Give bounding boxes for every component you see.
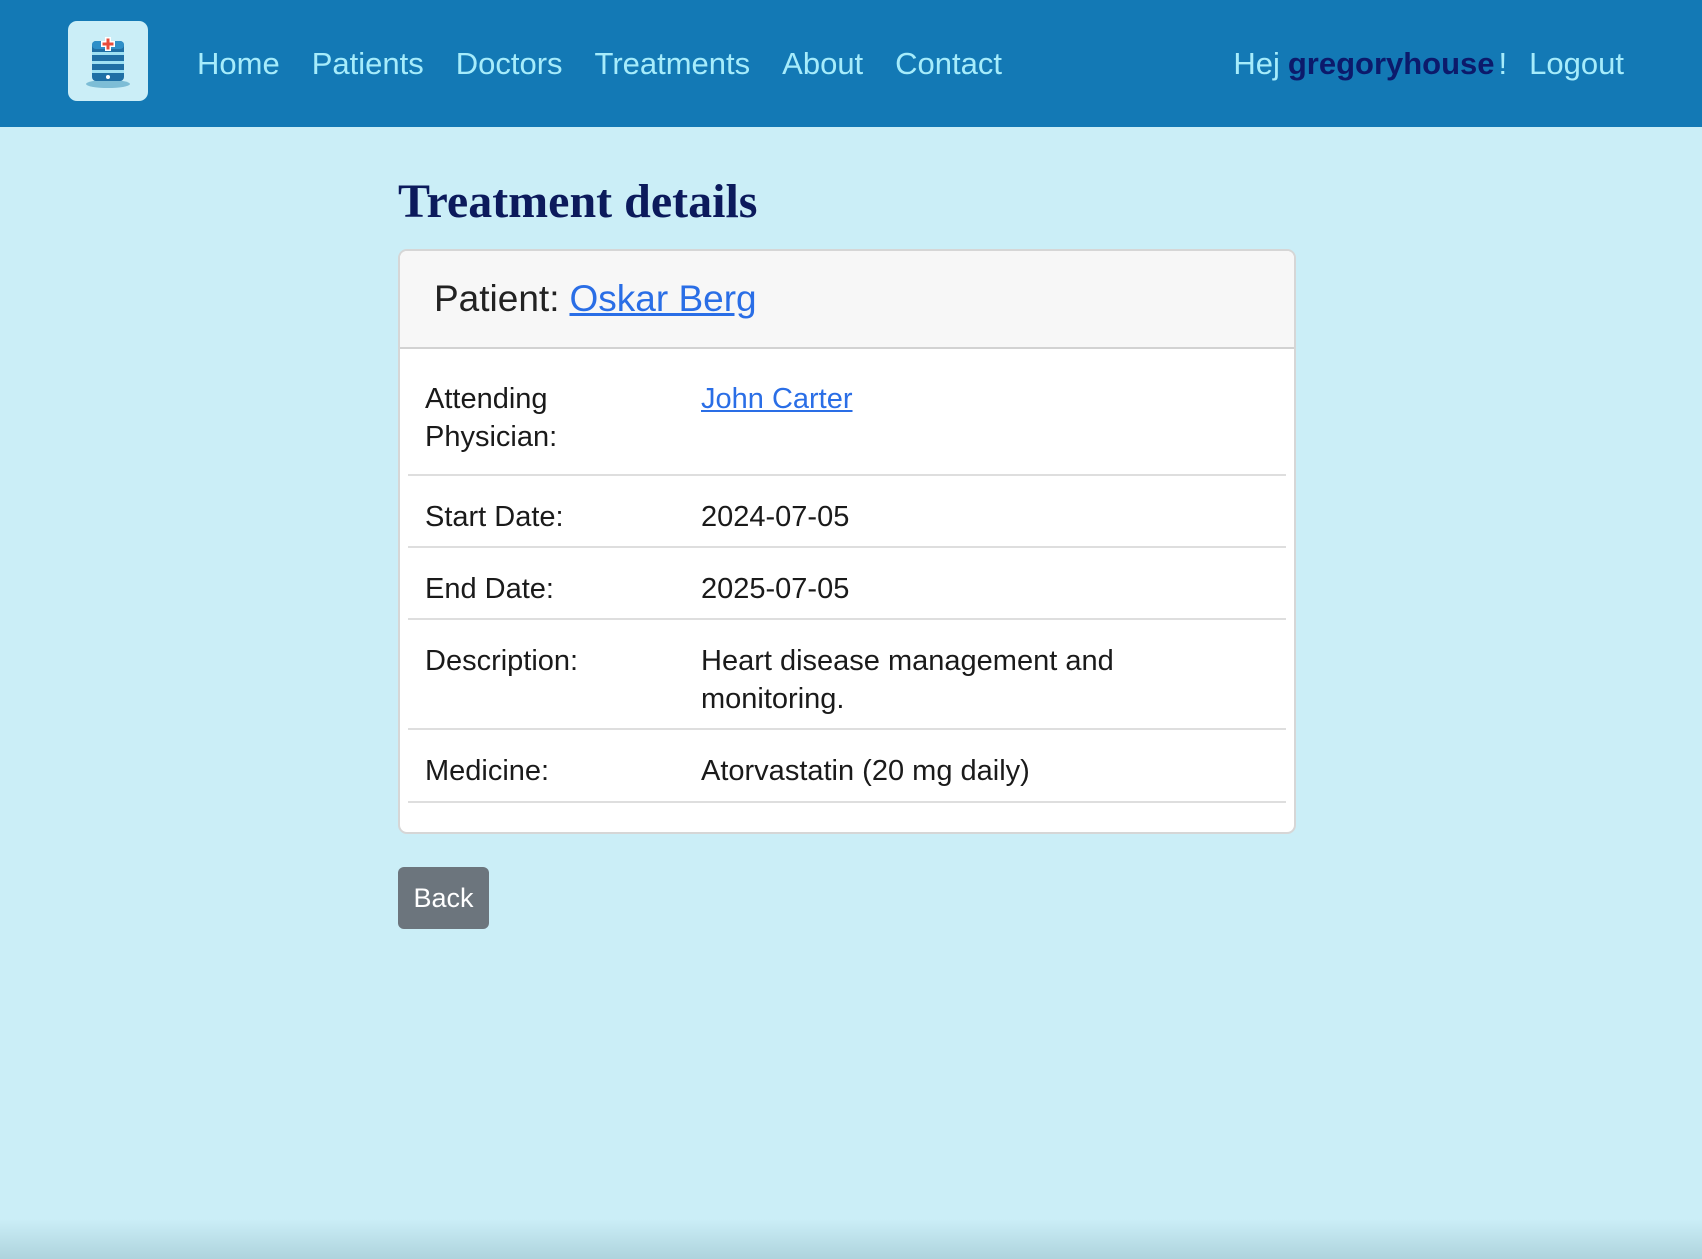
detail-row-medicine: Medicine: Atorvastatin (20 mg daily) [408, 730, 1286, 803]
logo[interactable] [68, 21, 148, 101]
description-value: Heart disease management and monitoring. [701, 645, 1114, 715]
detail-row-description: Description: Heart disease management an… [408, 620, 1286, 730]
main-nav: Home Patients Doctors Treatments About C… [197, 0, 1034, 127]
medicine-label: Medicine: [425, 755, 550, 787]
card-header: Patient: Oskar Berg [400, 251, 1294, 349]
detail-value: John Carter [701, 380, 1131, 474]
start-date-label: Start Date: [425, 501, 564, 533]
navbar: Home Patients Doctors Treatments About C… [0, 0, 1702, 127]
end-date-value: 2025-07-05 [701, 573, 850, 605]
detail-row-attending-physician: Attending Physician: John Carter [408, 358, 1286, 476]
attending-physician-label: Attending Physician: [425, 383, 558, 453]
treatment-card: Patient: Oskar Berg Attending Physician:… [398, 249, 1296, 834]
details-table: Attending Physician: John Carter Start D… [408, 358, 1286, 803]
nav-link-contact[interactable]: Contact [895, 46, 1002, 82]
description-label: Description: [425, 645, 579, 677]
page-title: Treatment details [398, 175, 758, 228]
user-area: Hej gregoryhouse ! Logout [1233, 0, 1624, 127]
end-date-label: End Date: [425, 573, 554, 605]
greeting-text: Hej [1233, 45, 1280, 81]
start-date-value: 2024-07-05 [701, 501, 850, 533]
nav-link-patients[interactable]: Patients [312, 46, 424, 82]
hospital-database-icon [86, 37, 130, 88]
username: gregoryhouse [1287, 45, 1495, 81]
detail-row-start-date: Start Date: 2024-07-05 [408, 476, 1286, 548]
nav-link-home[interactable]: Home [197, 46, 280, 82]
greeting-exclamation: ! [1498, 45, 1508, 81]
attending-physician-link[interactable]: John Carter [701, 383, 853, 415]
back-button[interactable]: Back [398, 867, 489, 929]
detail-row-end-date: End Date: 2025-07-05 [408, 548, 1286, 620]
detail-label: Attending Physician: [408, 380, 701, 474]
logout-link[interactable]: Logout [1529, 46, 1624, 82]
nav-link-about[interactable]: About [782, 46, 863, 82]
bottom-edge-shadow [0, 1219, 1702, 1259]
patient-name-link[interactable]: Oskar Berg [569, 278, 756, 320]
nav-link-treatments[interactable]: Treatments [595, 46, 751, 82]
nav-link-doctors[interactable]: Doctors [456, 46, 563, 82]
medicine-value: Atorvastatin (20 mg daily) [701, 755, 1030, 787]
patient-label: Patient: [434, 278, 560, 319]
